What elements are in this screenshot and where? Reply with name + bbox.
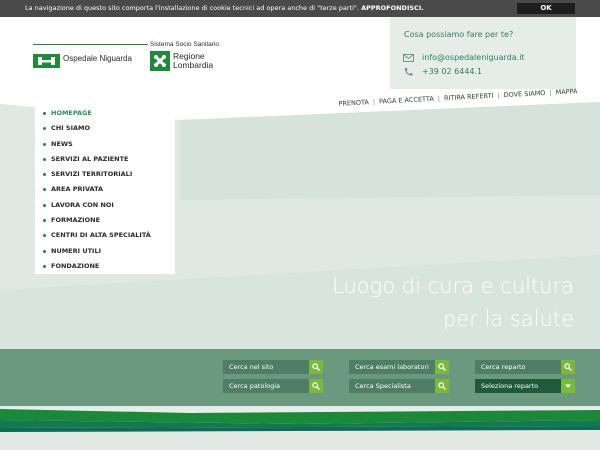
side-nav-lavora-con-noi[interactable]: LAVORA CON NOI — [35, 198, 175, 213]
cookie-text: La navigazione di questo sito comporta l… — [25, 4, 359, 12]
side-nav-centri-alta-specialita[interactable]: CENTRI DI ALTA SPECIALITÀ — [35, 228, 175, 243]
side-nav-area-privata[interactable]: AREA PRIVATA — [35, 182, 175, 197]
search-site-field[interactable]: Cerca nel sito — [223, 360, 323, 374]
top-nav-referti[interactable]: RITIRA REFERTI — [440, 91, 498, 103]
top-nav-prenota[interactable]: PRENOTA — [334, 98, 373, 108]
side-nav-news[interactable]: NEWS — [35, 137, 175, 152]
contact-panel: Cosa possiamo fare per te? info@ospedale… — [390, 17, 576, 89]
search-icon — [438, 363, 446, 371]
search-pathology-field[interactable]: Cerca patologia — [223, 379, 323, 393]
hero-title-line1: Luogo di cura e cultura — [332, 274, 574, 298]
cookie-bar: La navigazione di questo sito comporta l… — [0, 0, 600, 17]
side-nav-fondazione[interactable]: FONDAZIONE — [35, 259, 175, 274]
side-nav: HOMEPAGE CHI SIAMO NEWS SERVIZI AL PAZIE… — [35, 106, 175, 275]
region-name-line2: Lombardia — [173, 60, 214, 70]
bullet-icon — [43, 203, 46, 207]
email-row[interactable]: info@ospedaleniguarda.it — [403, 53, 525, 62]
side-nav-label: LAVORA CON NOI — [51, 200, 114, 209]
search-pathology-label: Cerca patologia — [229, 382, 281, 390]
mail-icon — [403, 53, 414, 62]
contact-email[interactable]: info@ospedaleniguarda.it — [422, 53, 525, 62]
contact-title: Cosa possiamo fare per te? — [404, 30, 514, 39]
side-nav-label: FORMAZIONE — [51, 216, 101, 225]
system-label: Sistema Socio Sanitario — [150, 41, 220, 48]
side-nav-label: AREA PRIVATA — [51, 185, 104, 194]
contact-phone[interactable]: +39 02 6444.1 — [422, 67, 482, 76]
hero-title-line2: per la salute — [442, 307, 574, 331]
search-lab-tests-label: Cerca esami laboratori — [355, 363, 429, 371]
search-lab-tests-button[interactable] — [435, 360, 449, 374]
side-nav-label: SERVIZI TERRITORIALI — [51, 170, 133, 179]
side-nav-label: CHI SIAMO — [51, 124, 91, 133]
phone-row[interactable]: +39 02 6444.1 — [403, 67, 482, 76]
bullet-icon — [43, 264, 46, 268]
search-department-label: Cerca reparto — [481, 363, 526, 371]
bullet-icon — [43, 127, 46, 131]
side-nav-label: FONDAZIONE — [51, 261, 100, 270]
top-nav-mappa[interactable]: MAPPA — [551, 87, 581, 97]
side-nav-servizi-paziente[interactable]: SERVIZI AL PAZIENTE — [35, 152, 175, 167]
search-icon — [564, 363, 572, 371]
side-nav-label: NEWS — [51, 139, 73, 148]
search-specialist-button[interactable] — [435, 379, 449, 393]
chevron-down-icon — [565, 384, 571, 388]
bullet-icon — [43, 234, 46, 238]
phone-icon — [404, 67, 413, 76]
bullet-icon — [43, 112, 46, 115]
side-nav-chi-siamo[interactable]: CHI SIAMO — [35, 121, 175, 136]
side-nav-servizi-territoriali[interactable]: SERVIZI TERRITORIALI — [35, 167, 175, 182]
search-icon — [438, 382, 446, 390]
search-department-field[interactable]: Cerca reparto — [475, 360, 575, 374]
logo-area[interactable]: Ospedale Niguarda Sistema Socio Sanitari… — [33, 41, 233, 74]
side-nav-label: SERVIZI AL PAZIENTE — [51, 154, 129, 163]
top-nav-dove-siamo[interactable]: DOVE SIAMO — [499, 89, 549, 100]
regione-lombardia-logo-icon — [150, 51, 170, 71]
region-name: Regione Lombardia — [173, 52, 233, 70]
cookie-ok-button[interactable]: OK — [517, 3, 575, 14]
footer-stripes — [0, 406, 600, 450]
department-select-value: Seleziona reparto — [481, 382, 539, 390]
niguarda-logo-icon — [33, 54, 60, 68]
search-lab-tests-field[interactable]: Cerca esami laboratori — [349, 360, 449, 374]
hospital-name: Ospedale Niguarda — [63, 54, 132, 63]
search-band: Cerca nel sito Cerca patologia Cerca esa… — [0, 349, 600, 409]
search-specialist-field[interactable]: Cerca Specialista — [349, 379, 449, 393]
side-nav-label: CENTRI DI ALTA SPECIALITÀ — [51, 231, 151, 240]
bullet-icon — [43, 173, 46, 177]
side-nav-numeri-utili[interactable]: NUMERI UTILI — [35, 244, 175, 259]
department-select[interactable]: Seleziona reparto — [475, 379, 575, 393]
department-select-toggle[interactable] — [561, 379, 575, 393]
logo-line — [33, 44, 148, 45]
search-pathology-button[interactable] — [309, 379, 323, 393]
bullet-icon — [43, 142, 46, 146]
hero-title: Luogo di cura e cultura per la salute — [332, 270, 574, 336]
side-nav-homepage[interactable]: HOMEPAGE — [35, 106, 175, 121]
bullet-icon — [43, 249, 46, 253]
side-nav-label: NUMERI UTILI — [51, 246, 102, 255]
search-icon — [312, 363, 320, 371]
bullet-icon — [43, 188, 46, 192]
side-nav-formazione[interactable]: FORMAZIONE — [35, 213, 175, 228]
search-site-label: Cerca nel sito — [229, 363, 274, 371]
cookie-more-link[interactable]: APPROFONDISCI. — [361, 4, 424, 12]
side-nav-label: HOMEPAGE — [51, 109, 92, 117]
cookie-message: La navigazione di questo sito comporta l… — [25, 0, 424, 17]
search-specialist-label: Cerca Specialista — [355, 382, 411, 390]
search-department-button[interactable] — [561, 360, 575, 374]
bullet-icon — [43, 219, 46, 223]
search-icon — [312, 382, 320, 390]
bullet-icon — [43, 157, 46, 161]
search-site-button[interactable] — [309, 360, 323, 374]
